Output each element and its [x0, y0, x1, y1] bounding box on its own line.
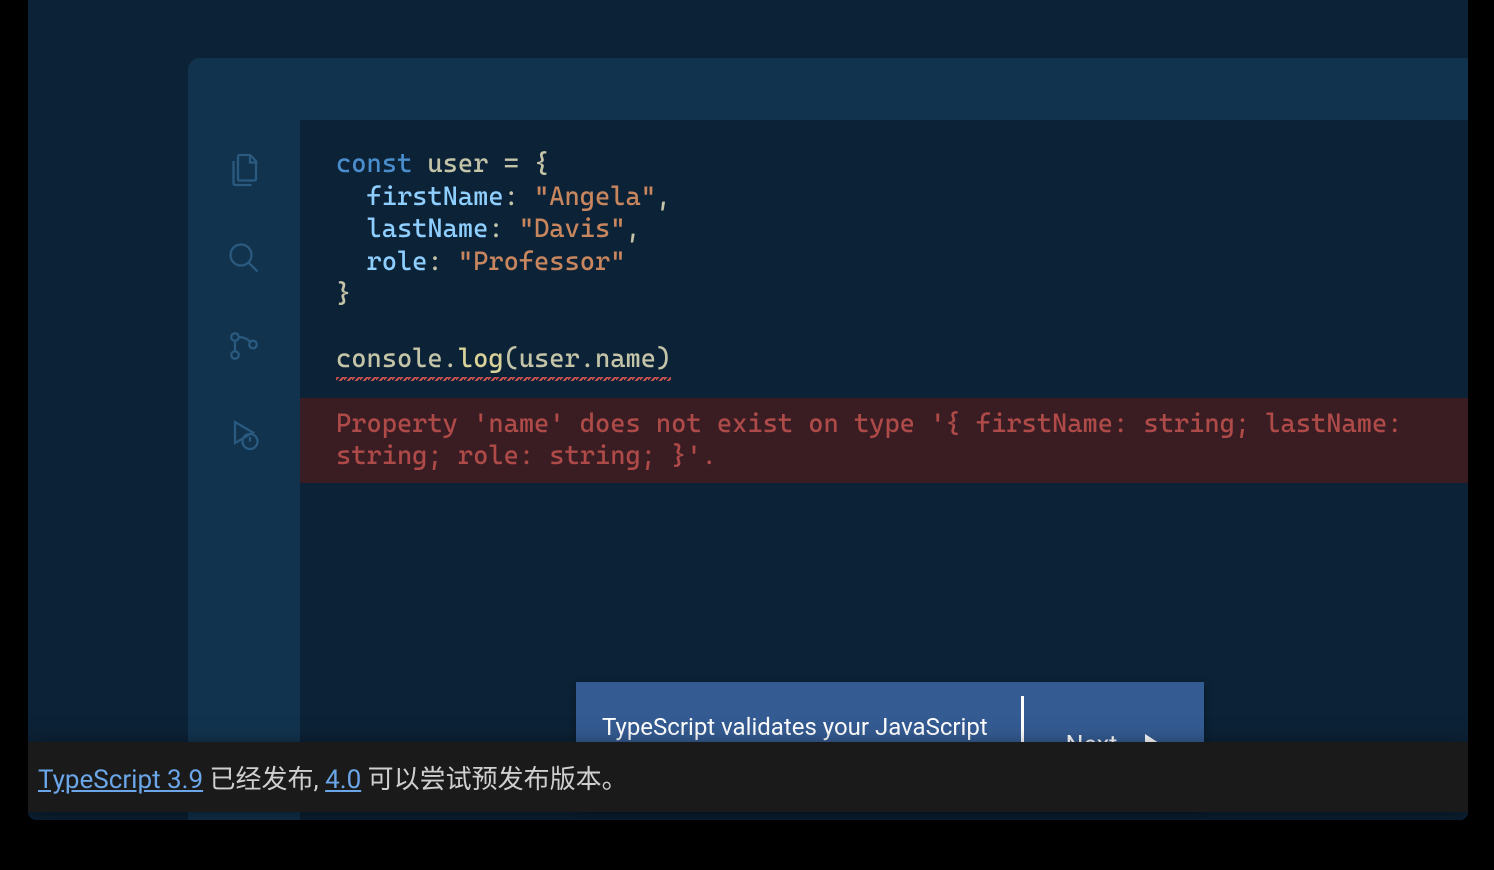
- code-punct: ): [656, 344, 671, 374]
- code-string: "Professor": [458, 247, 626, 277]
- code-punct: }: [336, 279, 351, 309]
- code-ident: user: [412, 149, 503, 179]
- code-method: log: [458, 344, 504, 374]
- code-content: const user = { firstName: "Angela", last…: [300, 148, 1468, 376]
- code-error-squiggle: console.log(user.name): [336, 343, 671, 376]
- code-punct: .: [443, 344, 458, 374]
- search-icon[interactable]: [224, 238, 264, 278]
- code-prop: firstName: [366, 182, 503, 212]
- code-keyword: const: [336, 149, 412, 179]
- debug-icon[interactable]: [224, 414, 264, 454]
- error-message: Property 'name' does not exist on type '…: [300, 398, 1468, 483]
- code-punct: :: [427, 247, 457, 277]
- source-control-icon[interactable]: [224, 326, 264, 366]
- announcement-text: 已经发布,: [203, 765, 325, 795]
- editor-titlebar: [188, 58, 1468, 120]
- code-punct: :: [488, 214, 518, 244]
- announcement-text: 可以尝试预发布版本。: [361, 765, 627, 795]
- code-ident: user: [519, 344, 580, 374]
- activity-bar: [188, 120, 300, 820]
- code-punct: (: [504, 344, 519, 374]
- announcement-bar: TypeScript 3.9 已经发布, 4.0 可以尝试预发布版本。: [28, 742, 1468, 812]
- editor-body: const user = { firstName: "Angela", last…: [188, 120, 1468, 820]
- code-punct: = {: [504, 149, 550, 179]
- typescript-39-link[interactable]: TypeScript 3.9: [38, 765, 203, 795]
- page-container: const user = { firstName: "Angela", last…: [28, 0, 1468, 820]
- code-punct: ,: [625, 214, 640, 244]
- code-punct: .: [580, 344, 595, 374]
- code-ident: name: [595, 344, 656, 374]
- code-string: "Angela": [534, 182, 656, 212]
- code-punct: :: [504, 182, 534, 212]
- code-string: "Davis": [519, 214, 626, 244]
- code-editor[interactable]: const user = { firstName: "Angela", last…: [300, 120, 1468, 820]
- typescript-40-link[interactable]: 4.0: [325, 765, 361, 795]
- code-prop: lastName: [366, 214, 488, 244]
- code-ident: console: [336, 344, 443, 374]
- editor-window: const user = { firstName: "Angela", last…: [188, 58, 1468, 820]
- code-prop: role: [366, 247, 427, 277]
- code-punct: ,: [656, 182, 671, 212]
- files-icon[interactable]: [224, 150, 264, 190]
